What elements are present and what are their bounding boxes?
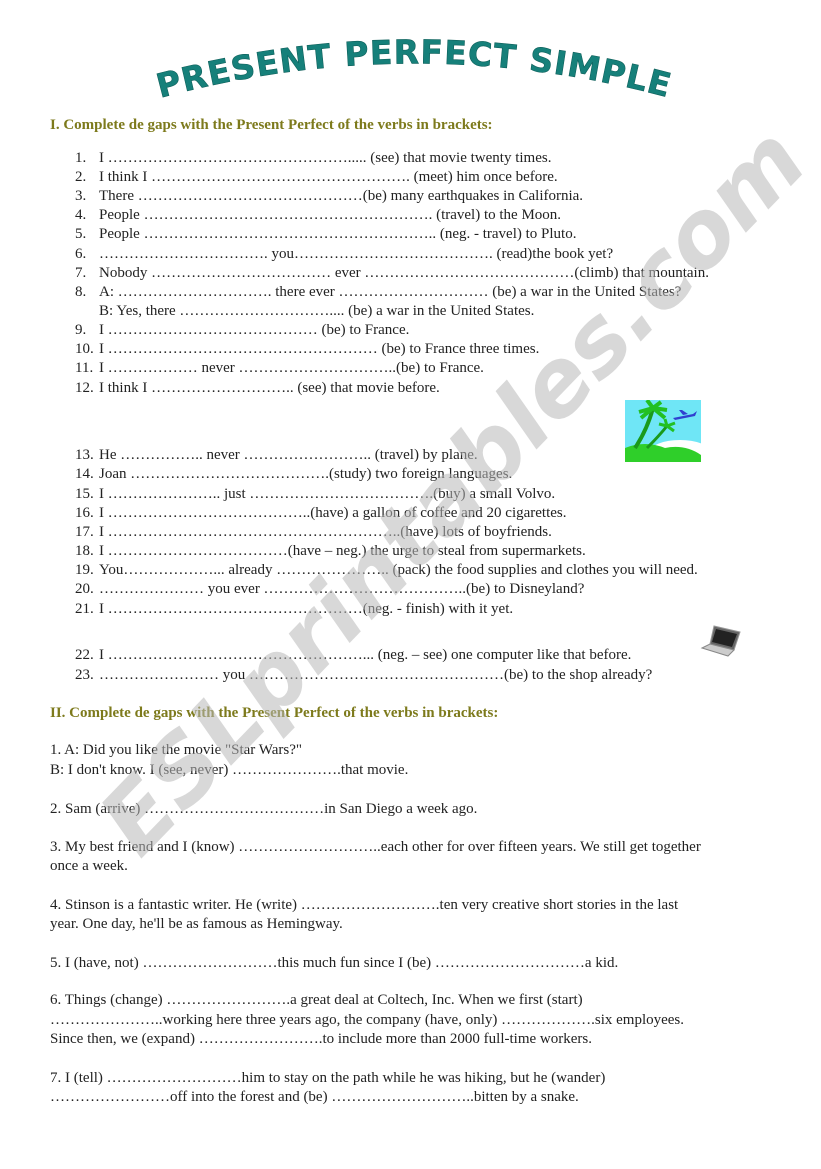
exercise-line: once a week.: [50, 858, 128, 874]
item-number: 21.: [75, 601, 94, 617]
exercise-line: 7. I (tell) ………………………him to stay on the …: [50, 1070, 606, 1086]
exercise-line: 3. My best friend and I (know) …………………………: [50, 839, 701, 855]
exercise-item: A: …………………………. there ever ………………………… (be…: [99, 284, 682, 300]
exercise-line: ……………………off into the forest and (be) …………: [50, 1089, 579, 1105]
exercise-item: I think I ……………………….. (see) that movie b…: [99, 380, 440, 396]
item-number: 10.: [75, 341, 94, 357]
item-number: 14.: [75, 466, 94, 482]
section2-heading: II. Complete de gaps with the Present Pe…: [50, 705, 499, 721]
exercise-item: I …………………………………………………..(have) lots of bo…: [99, 524, 552, 540]
item-number: 2.: [75, 169, 87, 185]
exercise-line: 1. A: Did you like the movie "Star Wars?…: [50, 742, 302, 758]
item-number: 15.: [75, 486, 94, 502]
exercise-line: …………………..working here three years ago, t…: [50, 1012, 685, 1028]
worksheet-page: PRESENT PERFECT SIMPLE I. Complete de ga…: [0, 0, 821, 1169]
svg-text:PRESENT PERFECT SIMPLE: PRESENT PERFECT SIMPLE: [152, 32, 676, 105]
exercise-item: ………………… you ever …………………………………..(be) to …: [99, 581, 585, 597]
item-number: 1.: [75, 150, 87, 166]
laptop-image: [700, 625, 741, 657]
item-number: 20.: [75, 581, 94, 597]
exercise-item: He …………….. never …………………….. (travel) by …: [99, 447, 478, 463]
exercise-item: ……………………………. you…………………………………. (read)the…: [99, 246, 614, 262]
exercise-item: B: Yes, there ………………………….... (be) a war …: [99, 303, 535, 319]
item-number: 17.: [75, 524, 94, 540]
item-number: 13.: [75, 447, 94, 463]
exercise-item: Nobody ……………………………… ever ……………………………………(…: [99, 265, 709, 281]
item-number: 11.: [75, 360, 94, 376]
item-number: 23.: [75, 667, 94, 683]
item-number: 12.: [75, 380, 94, 396]
item-number: 7.: [75, 265, 87, 281]
exercise-item: I ……………………………………………(neg. - finish) with …: [99, 601, 514, 617]
exercise-item: Joan ………………………………….(study) two foreign l…: [99, 466, 513, 482]
exercise-item: I ……………… never …………………………..(be) to Franc…: [99, 360, 484, 376]
exercise-item: I …………………………………………..... (see) that movie…: [99, 150, 552, 166]
item-number: 4.: [75, 207, 87, 223]
exercise-line: 5. I (have, not) ………………………this much fun …: [50, 955, 619, 971]
exercise-line: 2. Sam (arrive) ………………………………in San Diego…: [50, 801, 478, 817]
item-number: 18.: [75, 543, 94, 559]
exercise-item: I ……………………………………………… (be) to France thre…: [99, 341, 540, 357]
item-number: 9.: [75, 322, 87, 338]
exercise-item: People …………………………………………………. (travel) to …: [99, 207, 562, 223]
exercise-item: …………………… you ……………………………………………(be) to th…: [99, 667, 653, 683]
exercise-line: 4. Stinson is a fantastic writer. He (wr…: [50, 897, 679, 913]
exercise-item: There ………………………………………(be) many earthquak…: [99, 188, 584, 204]
exercise-line: year. One day, he'll be as famous as Hem…: [50, 916, 343, 932]
section1-heading: I. Complete de gaps with the Present Per…: [50, 117, 493, 133]
exercise-item: I think I ……………………………………………. (meet) him …: [99, 169, 558, 185]
item-number: 22.: [75, 647, 94, 663]
palm-island-image: [625, 400, 701, 462]
item-number: 16.: [75, 505, 94, 521]
item-number: 19.: [75, 562, 94, 578]
exercise-item: I …………………………………..(have) a gallon of coff…: [99, 505, 567, 521]
title-arc: PRESENT PERFECT SIMPLE: [152, 32, 676, 106]
item-number: 8.: [75, 284, 87, 300]
exercise-line: Since then, we (expand) …………………….to incl…: [50, 1031, 592, 1047]
exercise-item: You………………... already ………………….. (pack) th…: [99, 562, 698, 578]
exercise-item: I ……………………………………………... (neg. – see) one …: [99, 647, 632, 663]
exercise-item: I ………………………………(have – neg.) the urge to …: [99, 543, 586, 559]
exercise-line: B: I don't know. I (see, never) ………………….…: [50, 762, 409, 778]
exercise-item: I ………………….. just ……………………………….(buy) a sm…: [99, 486, 556, 502]
exercise-line: 6. Things (change) …………………….a great deal…: [50, 992, 583, 1008]
item-number: 3.: [75, 188, 87, 204]
item-number: 5.: [75, 226, 87, 242]
page-title: PRESENT PERFECT SIMPLE: [152, 32, 675, 106]
exercise-item: People ………………………………………………….. (neg. - tra…: [99, 226, 577, 242]
item-number: 6.: [75, 246, 87, 262]
exercise-item: I …………………………………… (be) to France.: [99, 322, 410, 338]
